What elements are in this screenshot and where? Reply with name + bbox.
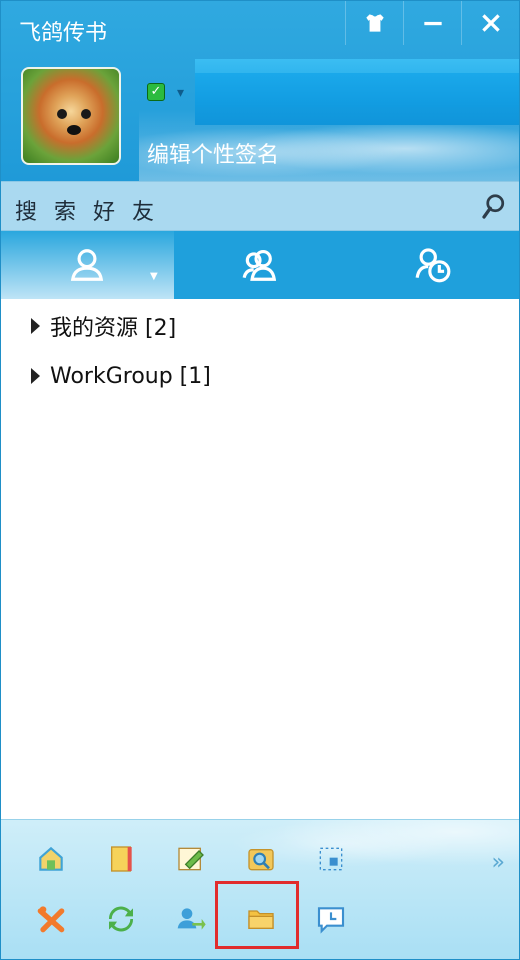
edit-note-button[interactable] xyxy=(171,839,211,879)
notebook-button[interactable] xyxy=(101,839,141,879)
online-check-icon[interactable]: ✓ xyxy=(147,83,165,101)
skin-button[interactable] xyxy=(345,1,403,45)
group-icon xyxy=(242,249,277,281)
tab-recent[interactable] xyxy=(346,231,519,299)
status-dropdown-icon[interactable]: ▾ xyxy=(177,85,184,101)
header: 飞鸽传书 ✓ ▾ 编辑个性签名 xyxy=(1,1,519,181)
group-my-resources[interactable]: 我的资源 [2] xyxy=(1,301,519,351)
avatar-nose xyxy=(67,125,81,135)
tab-groups[interactable] xyxy=(174,231,347,299)
home-icon xyxy=(39,846,63,871)
window-controls xyxy=(345,1,519,45)
tab-bar: ▼ xyxy=(1,231,519,299)
window-title: 飞鸽传书 xyxy=(19,21,108,46)
group-workgroup[interactable]: WorkGroup [1] xyxy=(1,351,519,401)
message-button[interactable] xyxy=(311,899,351,939)
more-tools-button[interactable]: » xyxy=(492,850,506,875)
refresh-button[interactable] xyxy=(101,899,141,939)
main-window: 飞鸽传书 ✓ ▾ 编辑个性签名 搜 索 好 友 ▼ 我的资源 [2] WorkG… xyxy=(0,0,520,960)
tab-contacts[interactable]: ▼ xyxy=(1,231,174,299)
search-folder-icon xyxy=(248,849,274,871)
contact-transfer-icon xyxy=(177,908,206,930)
screenshot-icon xyxy=(319,847,343,871)
group-label: 我的资源 [2] xyxy=(50,316,177,341)
search-bar[interactable]: 搜 索 好 友 xyxy=(1,181,519,231)
tools-button[interactable] xyxy=(31,899,71,939)
search-icon[interactable] xyxy=(479,192,509,222)
signature-text[interactable]: 编辑个性签名 xyxy=(147,137,279,169)
tools-icon xyxy=(37,906,65,933)
minimize-icon xyxy=(423,21,442,26)
close-icon xyxy=(481,14,500,32)
search-folder-button[interactable] xyxy=(241,839,281,879)
refresh-icon xyxy=(108,906,134,932)
chevron-down-icon[interactable]: ▼ xyxy=(150,271,158,282)
minimize-button[interactable] xyxy=(403,1,461,45)
expand-arrow-icon[interactable] xyxy=(31,318,40,334)
home-button[interactable] xyxy=(31,839,71,879)
contact-icon xyxy=(71,249,104,281)
group-label: WorkGroup [1] xyxy=(50,363,211,389)
shirt-icon xyxy=(365,14,384,32)
avatar-eye-left xyxy=(57,109,67,119)
edit-note-icon xyxy=(178,847,204,871)
nickname-field-shade xyxy=(195,73,519,125)
expand-arrow-icon[interactable] xyxy=(31,368,40,384)
close-button[interactable] xyxy=(461,1,519,45)
message-icon xyxy=(317,907,345,934)
contact-transfer-button[interactable] xyxy=(171,899,211,939)
avatar[interactable] xyxy=(21,67,121,165)
recent-icon xyxy=(415,248,451,283)
contact-tree: 我的资源 [2] WorkGroup [1] xyxy=(1,299,519,819)
notebook-icon xyxy=(111,846,132,872)
avatar-eye-right xyxy=(81,109,91,119)
highlight-box xyxy=(215,881,299,949)
search-input[interactable]: 搜 索 好 友 xyxy=(15,194,159,226)
screenshot-button[interactable] xyxy=(311,839,351,879)
